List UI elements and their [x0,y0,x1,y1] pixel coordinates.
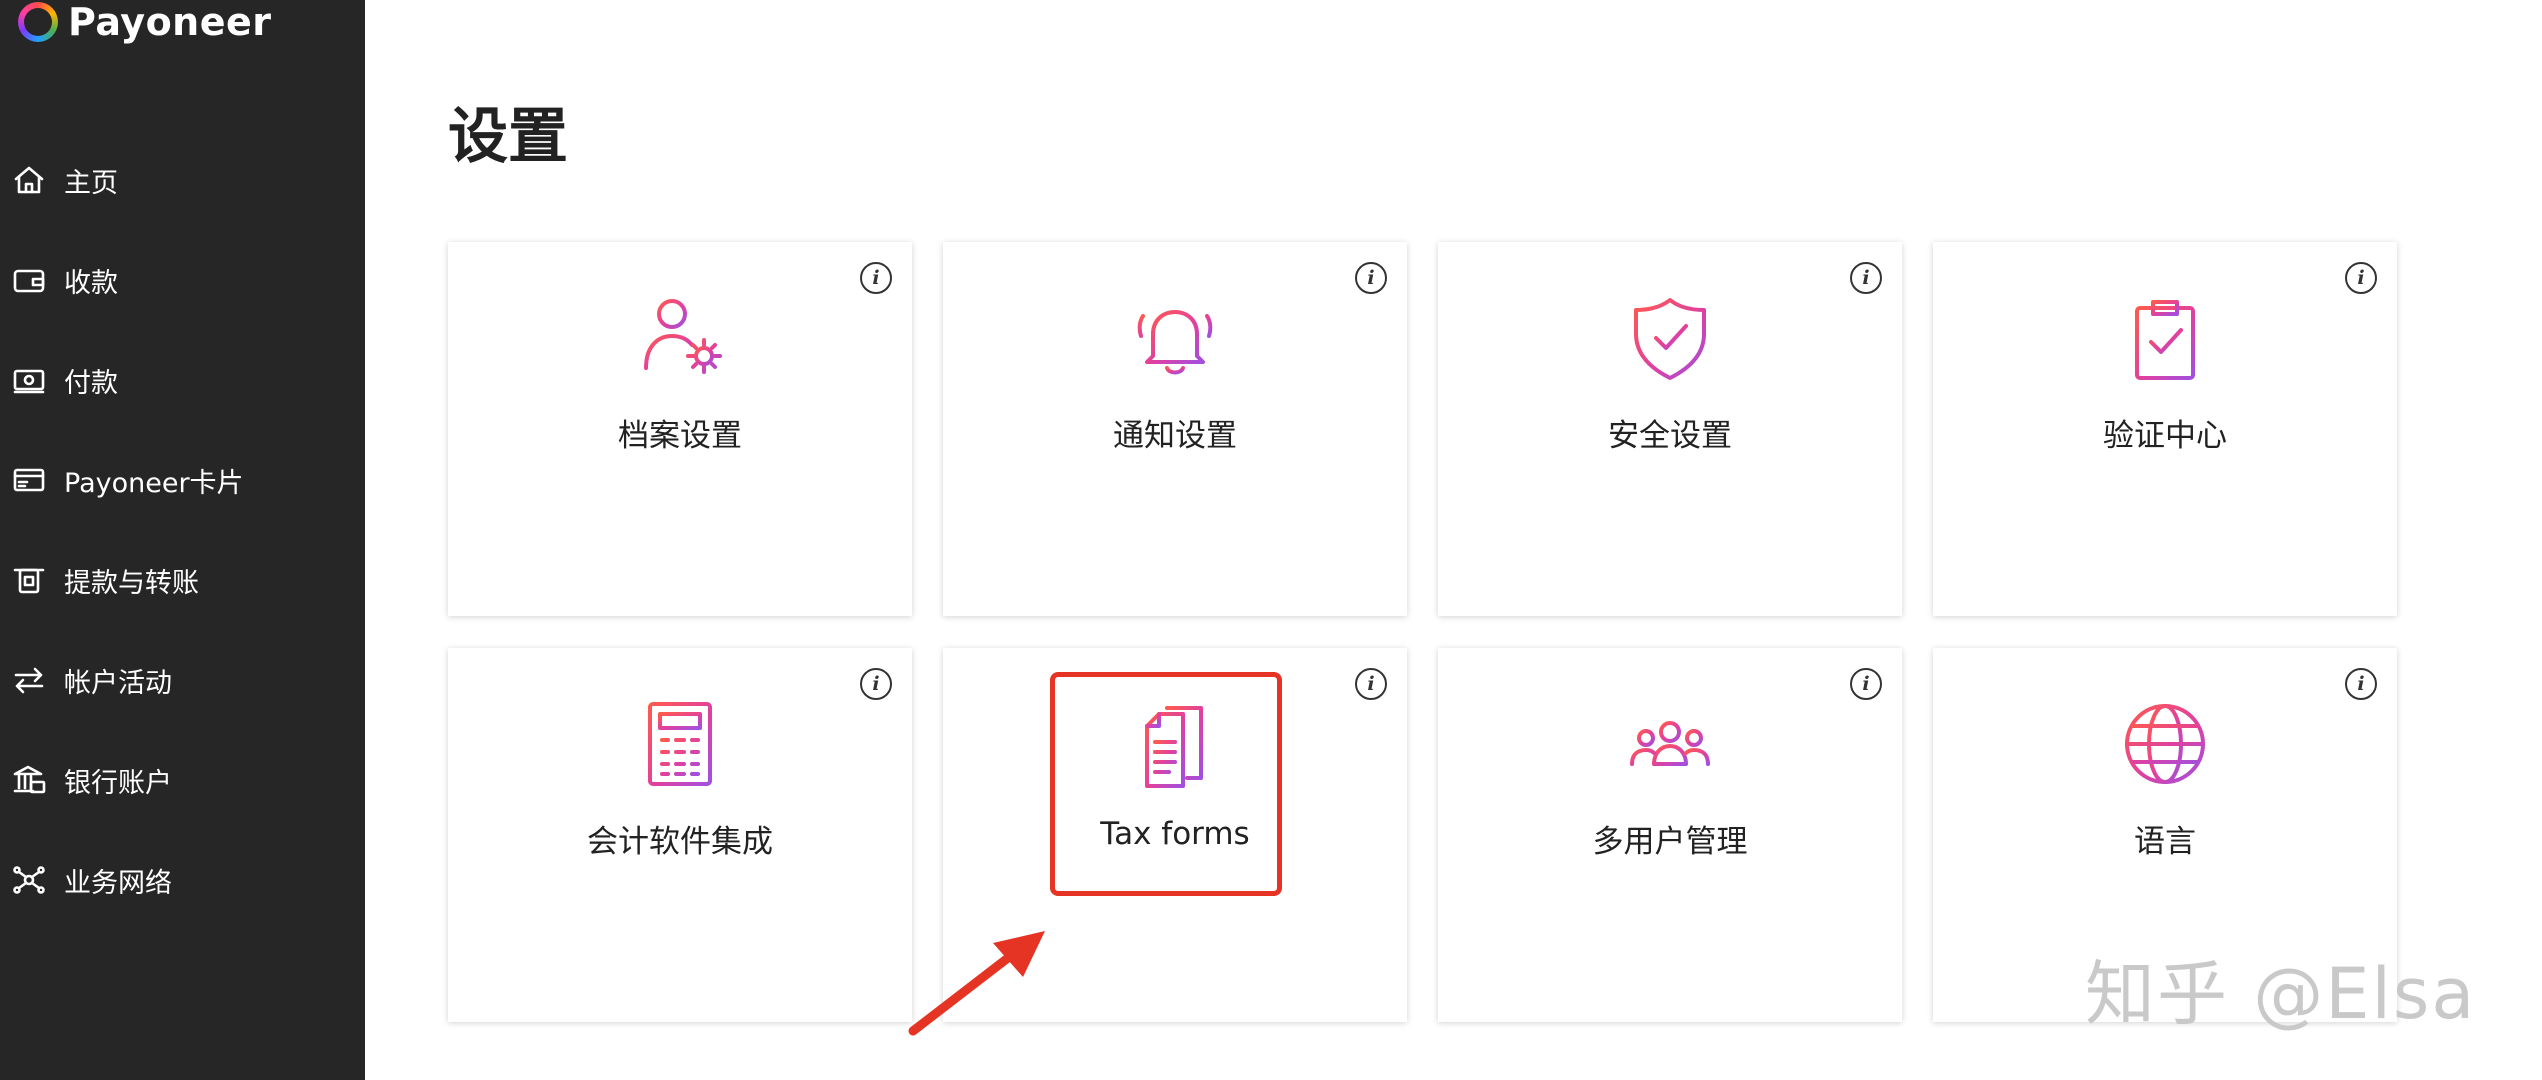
card-label: 通知设置 [1113,418,1237,454]
settings-card-accounting[interactable]: i 会计软件集成 [448,648,912,1022]
info-icon[interactable]: i [860,668,892,700]
red-arrow-icon [908,931,1045,1036]
watermark: 知乎 @Elsa [2085,953,2477,1035]
calculator-icon [632,696,728,792]
sidebar-item-withdraw[interactable]: 提款与转账 [0,530,365,630]
page-title: 设置 [448,102,568,172]
info-icon[interactable]: i [1850,262,1882,294]
settings-card-multi-user[interactable]: i 多用户管理 [1438,648,1902,1022]
sidebar-item-bank[interactable]: 银行账户 [0,730,365,830]
sidebar-item-label: Payoneer卡片 [64,467,244,499]
payoneer-ring-icon [18,2,58,42]
brand-name: Payoneer [68,0,272,44]
sidebar-item-label: 收款 [64,267,118,299]
info-icon[interactable]: i [2345,668,2377,700]
sidebar-item-cards[interactable]: Payoneer卡片 [0,430,365,530]
bell-icon [1127,290,1223,386]
clipboard-check-icon [2117,290,2213,386]
sidebar-item-label: 提款与转账 [64,567,199,599]
sidebar-item-label: 付款 [64,367,118,399]
settings-card-notifications[interactable]: i 通知设置 [943,242,1407,616]
wallet-icon [6,257,52,303]
settings-card-verification[interactable]: i 验证中心 [1933,242,2397,616]
sidebar-item-label: 业务网络 [64,867,172,899]
sidebar-nav: 主页 收款 付款 Payoneer卡片 提款与转账 帐户活动 银行账户 业务网络 [0,130,365,930]
info-icon[interactable]: i [1850,668,1882,700]
card-label: 安全设置 [1608,418,1732,454]
sidebar-item-label: 帐户活动 [64,667,172,699]
sidebar: Payoneer 主页 收款 付款 Payoneer卡片 提款与转账 帐户活动 … [0,0,365,1080]
settings-card-security[interactable]: i 安全设置 [1438,242,1902,616]
home-icon [6,157,52,203]
sidebar-item-home[interactable]: 主页 [0,130,365,230]
card-label: 档案设置 [618,418,742,454]
withdraw-icon [6,557,52,603]
globe-icon [2117,696,2213,792]
highlight-box [1050,672,1282,896]
sidebar-item-label: 主页 [64,167,118,199]
info-icon[interactable]: i [1355,262,1387,294]
transfer-arrows-icon [6,657,52,703]
card-label: 会计软件集成 [587,824,773,860]
info-icon[interactable]: i [2345,262,2377,294]
shield-check-icon [1622,290,1718,386]
sidebar-item-receive[interactable]: 收款 [0,230,365,330]
profile-gear-icon [632,290,728,386]
cash-icon [6,357,52,403]
card-label: 多用户管理 [1592,824,1748,860]
info-icon[interactable]: i [1355,668,1387,700]
card-label: 语言 [2134,824,2196,860]
info-icon[interactable]: i [860,262,892,294]
card-label: 验证中心 [2103,418,2227,454]
card-icon [6,457,52,503]
sidebar-item-pay[interactable]: 付款 [0,330,365,430]
sidebar-item-label: 银行账户 [64,767,172,799]
sidebar-item-network[interactable]: 业务网络 [0,830,365,930]
users-group-icon [1622,696,1718,792]
payoneer-logo[interactable]: Payoneer [18,0,272,44]
network-icon [6,857,52,903]
sidebar-item-activity[interactable]: 帐户活动 [0,630,365,730]
settings-card-profile[interactable]: i 档案设置 [448,242,912,616]
bank-icon [6,757,52,803]
